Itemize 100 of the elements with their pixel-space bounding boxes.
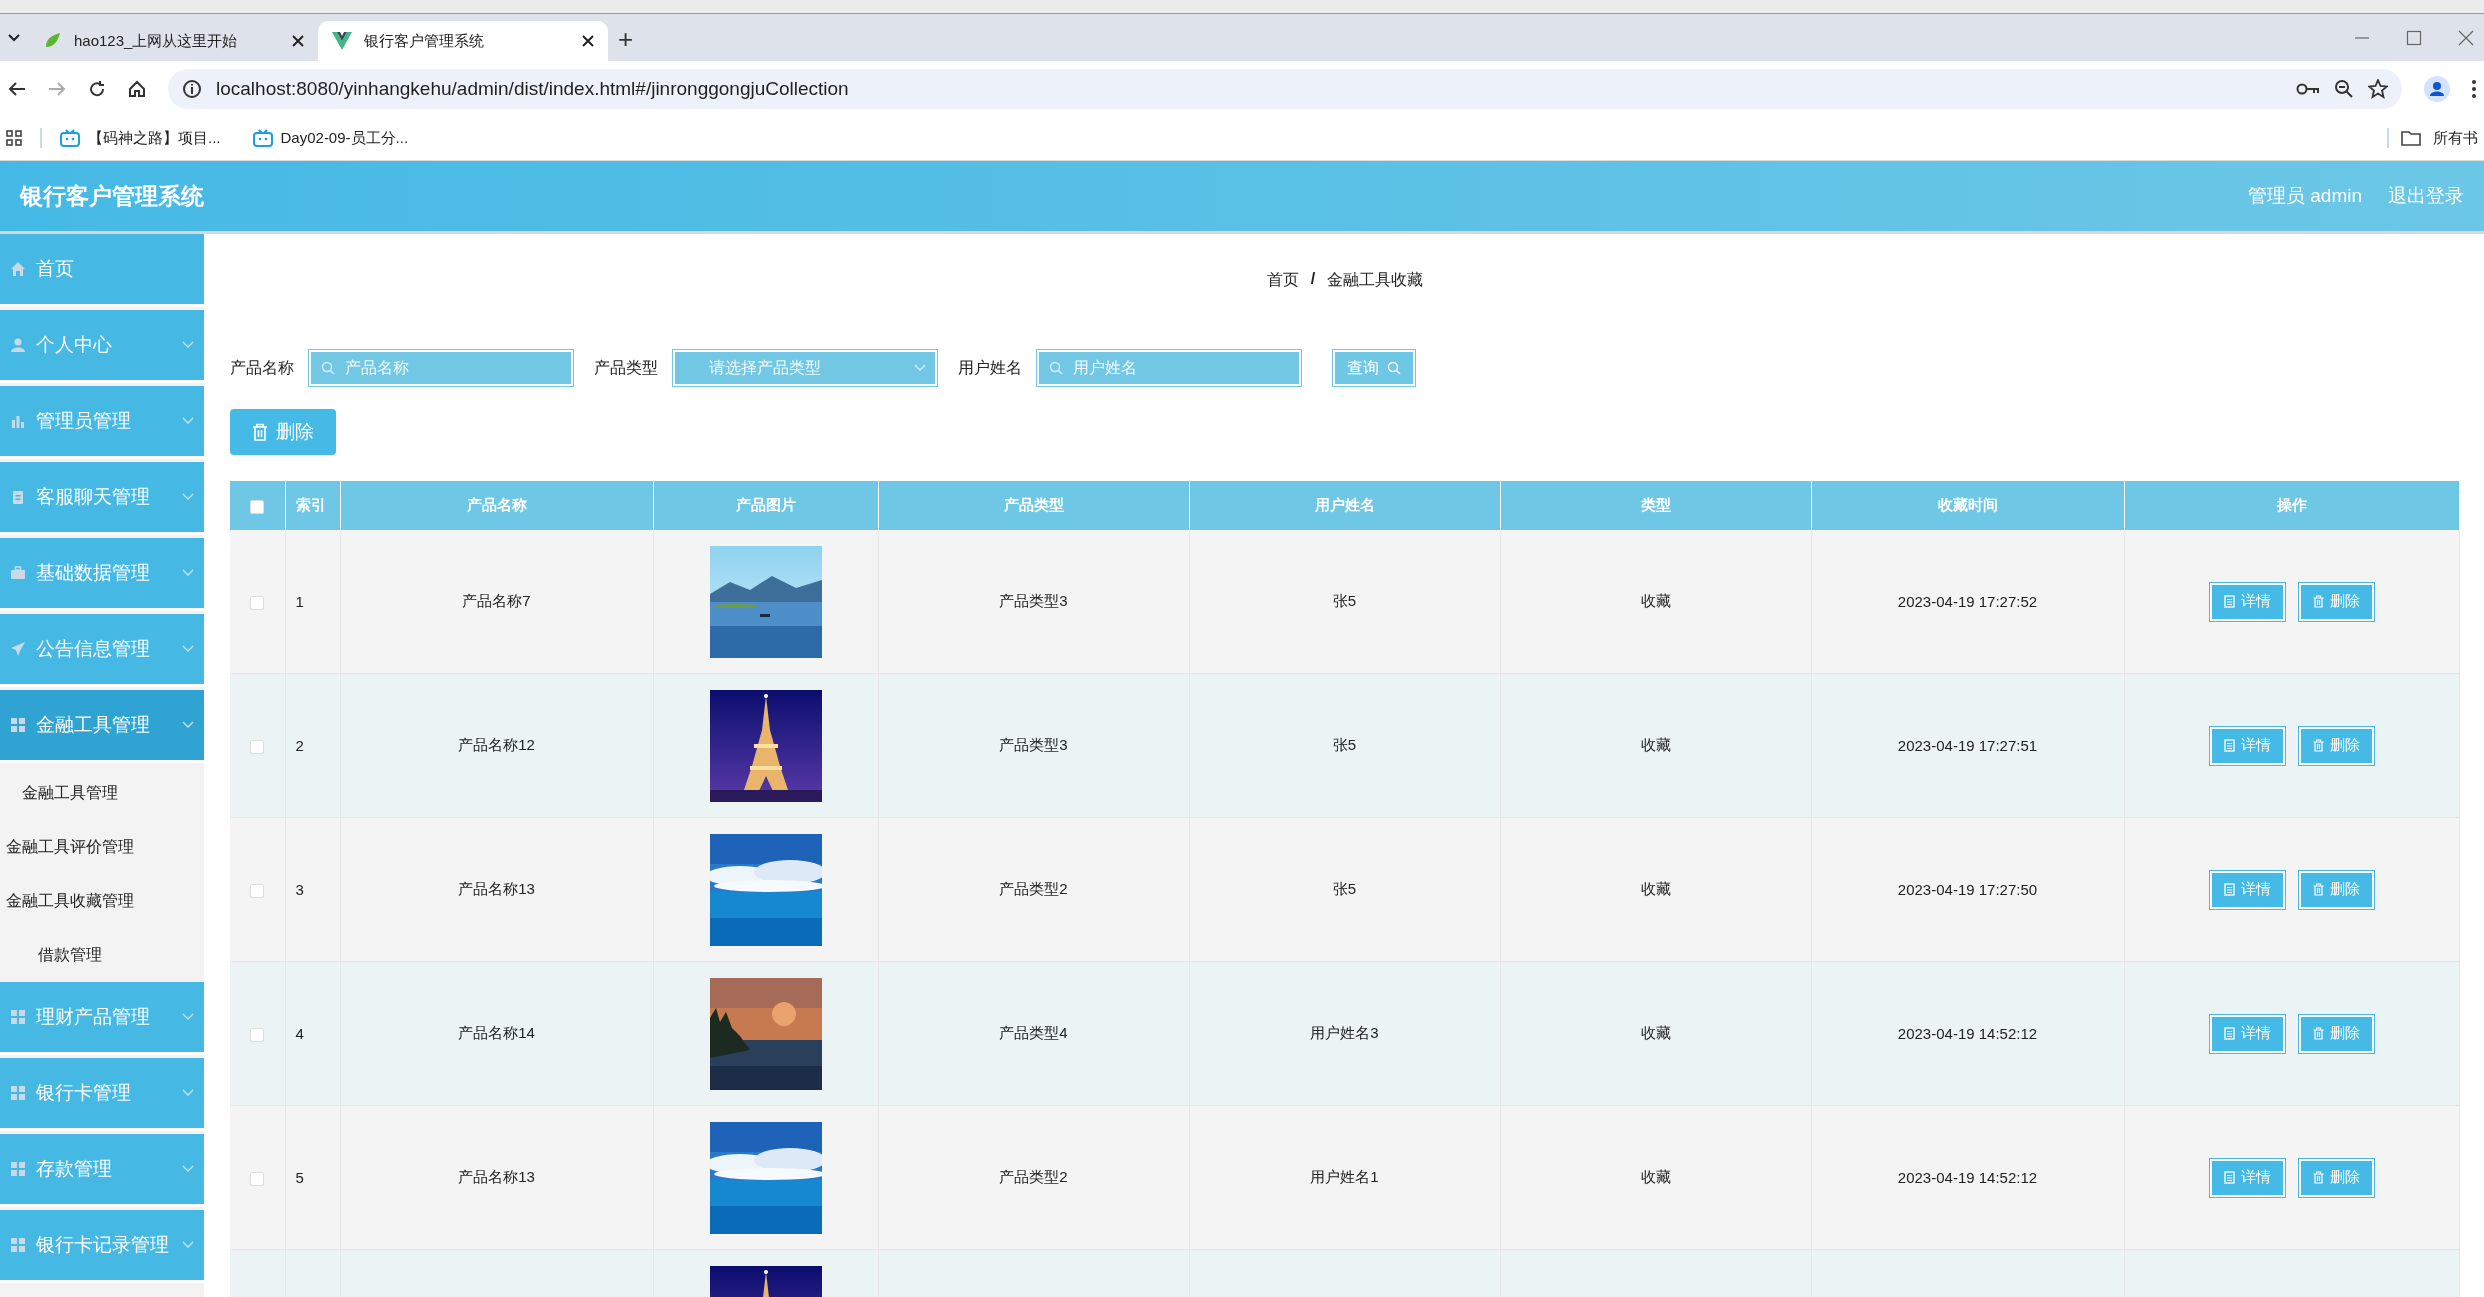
close-icon[interactable]	[582, 35, 594, 47]
table-cell: 用户姓名1	[1310, 1168, 1379, 1185]
details-button[interactable]: 详情	[2208, 1157, 2286, 1198]
caret-icon	[914, 364, 926, 372]
menu-item[interactable]: 金融工具管理	[0, 690, 204, 763]
menu-item[interactable]: 银行卡记录管理	[0, 1210, 204, 1283]
submenu-item[interactable]: 金融工具管理	[0, 766, 140, 820]
reload-icon[interactable]	[88, 79, 106, 98]
chevron-icon	[182, 1013, 194, 1021]
all-bookmarks-link[interactable]: 所有书	[2433, 128, 2478, 148]
document-icon	[2223, 883, 2235, 896]
delete-button[interactable]: 删除	[2297, 581, 2375, 622]
select-field[interactable]: 请选择产品类型	[672, 349, 938, 387]
avatar-icon[interactable]	[2424, 75, 2450, 102]
folder-icon[interactable]	[2401, 130, 2421, 146]
info-icon[interactable]	[182, 78, 202, 99]
table-cell: 3	[295, 881, 304, 898]
home-icon[interactable]	[128, 79, 146, 98]
checkbox[interactable]	[250, 500, 265, 514]
delete-button[interactable]: 删除	[2297, 725, 2375, 766]
menu-item[interactable]: 存款管理	[0, 1134, 204, 1207]
delete-button[interactable]: 删除	[2297, 869, 2375, 910]
menu-item[interactable]: 客服聊天管理	[0, 462, 204, 535]
table-cell: 产品类型3	[999, 592, 1068, 609]
search-icon	[321, 361, 335, 375]
chevron-icon	[182, 569, 194, 577]
submenu-item[interactable]: 金融工具收藏管理	[0, 874, 140, 928]
table-cell: 产品名称13	[458, 880, 535, 897]
chevron-icon	[182, 1241, 194, 1249]
filter-label: 产品类型	[594, 357, 658, 378]
table-cell: 产品类型2	[999, 880, 1068, 897]
menu-item[interactable]: 公告信息管理	[0, 614, 204, 687]
address-bar[interactable]: localhost:8080/yinhangkehu/admin/dist/index.html#/jinronggongjuCollection	[168, 68, 2402, 109]
trash-icon	[252, 423, 268, 441]
apps-icon[interactable]	[6, 130, 22, 146]
search-icon	[1049, 361, 1063, 375]
checkbox[interactable]	[250, 1028, 265, 1042]
bookmark[interactable]: 【码神之路】项目...	[60, 128, 221, 148]
tab-title: hao123_上网从这里开始	[74, 31, 239, 51]
table-cell: 张5	[1332, 880, 1357, 897]
filter-label: 产品名称	[230, 357, 294, 378]
checkbox[interactable]	[250, 596, 265, 610]
column-header: 产品类型	[878, 481, 1189, 530]
query-button[interactable]: 查询	[1332, 349, 1416, 387]
search-field[interactable]: 用户姓名	[1036, 349, 1302, 387]
chevron-icon	[182, 341, 194, 349]
checkbox[interactable]	[250, 1172, 265, 1186]
chevron-icon	[182, 1165, 194, 1173]
submenu-item[interactable]: 金融工具评价管理	[0, 820, 140, 874]
checkbox[interactable]	[250, 740, 265, 754]
table-cell: 产品名称12	[458, 736, 535, 753]
details-button[interactable]: 详情	[2208, 581, 2286, 622]
menu-item[interactable]: 管理员管理	[0, 386, 204, 459]
table-cell: 2023-04-19 17:27:51	[1897, 737, 2038, 754]
details-button[interactable]: 详情	[2208, 869, 2286, 910]
close-icon[interactable]	[292, 35, 304, 47]
new-tab-button[interactable]: +	[618, 24, 634, 55]
menu-item[interactable]: 基础数据管理	[0, 538, 204, 611]
menu-item[interactable]: 首页	[0, 234, 204, 307]
column-header: 用户姓名	[1189, 481, 1500, 530]
logout-link[interactable]: 退出登录	[2388, 183, 2464, 209]
zoom-out-icon[interactable]	[2334, 78, 2354, 99]
details-button[interactable]: 详情	[2208, 725, 2286, 766]
menu-item[interactable]: 理财产品管理	[0, 982, 204, 1055]
table-cell: 产品类型3	[999, 736, 1068, 753]
maximize-icon[interactable]	[2406, 29, 2422, 46]
table-cell: 5	[295, 1169, 304, 1186]
chevron-icon	[182, 417, 194, 425]
column-header: 产品图片	[653, 481, 878, 530]
table-cell: 4	[295, 1025, 304, 1042]
key-icon[interactable]	[2296, 81, 2320, 96]
breadcrumb-item[interactable]: 首页	[1266, 270, 1299, 291]
app-title: 银行客户管理系统	[20, 181, 204, 211]
table-cell: 产品类型2	[999, 1168, 1068, 1185]
search-field[interactable]: 产品名称	[308, 349, 574, 387]
delete-button[interactable]: 删除	[230, 409, 336, 455]
details-button[interactable]: 详情	[2208, 1013, 2286, 1054]
table-cell: 产品名称7	[462, 592, 531, 609]
star-icon[interactable]	[2368, 78, 2388, 99]
chevron-icon	[182, 493, 194, 501]
checkbox[interactable]	[250, 884, 265, 898]
browser-tab[interactable]: 银行客户管理系统	[318, 21, 608, 61]
browser-tab[interactable]: hao123_上网从这里开始	[28, 21, 318, 61]
column-header: 索引	[285, 481, 340, 530]
menu-item[interactable]: 银行卡管理	[0, 1058, 204, 1131]
document-icon	[2223, 595, 2235, 608]
submenu-item[interactable]: 借款管理	[0, 928, 140, 982]
delete-button[interactable]: 删除	[2297, 1157, 2375, 1198]
column-header: 产品名称	[340, 481, 653, 530]
delete-button[interactable]: 删除	[2297, 1013, 2375, 1054]
back-icon[interactable]	[8, 80, 26, 97]
tab-list-icon[interactable]	[7, 32, 21, 43]
chevron-icon	[182, 645, 194, 653]
table-cell: 1	[295, 593, 304, 610]
breadcrumb-item: 金融工具收藏	[1327, 270, 1424, 290]
table-cell: 张5	[1332, 592, 1357, 609]
document-icon	[2223, 739, 2235, 752]
menu-item[interactable]: 个人中心	[0, 310, 204, 383]
table-cell: 用户姓名3	[1310, 1024, 1379, 1041]
bookmark[interactable]: Day02-09-员工分...	[252, 128, 409, 148]
